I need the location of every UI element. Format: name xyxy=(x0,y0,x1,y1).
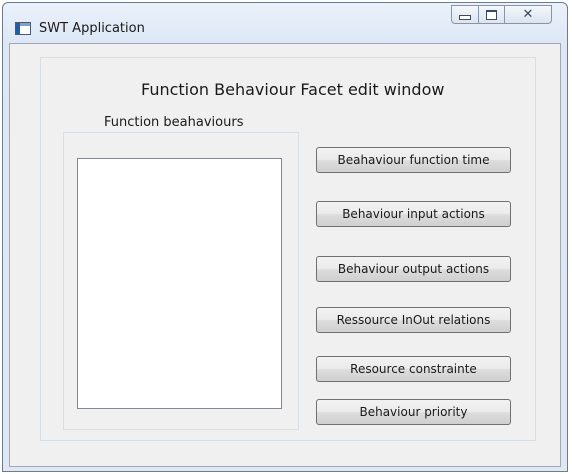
resource-constrainte-button[interactable]: Resource constrainte xyxy=(316,356,511,382)
minimize-icon xyxy=(459,15,471,20)
app-window-icon[interactable] xyxy=(15,22,31,35)
maximize-icon xyxy=(486,9,497,20)
function-behaviours-legend: Function beahaviours xyxy=(98,115,250,130)
minimize-button[interactable] xyxy=(451,5,479,24)
close-button[interactable]: ✕ xyxy=(504,5,552,24)
window-controls: ✕ xyxy=(451,5,559,25)
close-icon: ✕ xyxy=(522,7,534,22)
window-title: SWT Application xyxy=(39,21,145,36)
function-behaviours-list[interactable] xyxy=(77,158,282,409)
behaviour-output-actions-button[interactable]: Behaviour output actions xyxy=(316,256,511,282)
facet-group-legend: Function Behaviour Facet edit window xyxy=(135,80,451,99)
maximize-button[interactable] xyxy=(478,5,505,24)
behaviour-input-actions-button[interactable]: Behaviour input actions xyxy=(316,201,511,227)
behaviour-priority-button[interactable]: Behaviour priority xyxy=(316,399,511,425)
title-bar[interactable]: SWT Application ✕ xyxy=(3,3,567,43)
ressource-inout-relations-button[interactable]: Ressource InOut relations xyxy=(316,307,511,333)
beahaviour-function-time-button[interactable]: Beahaviour function time xyxy=(316,147,511,173)
